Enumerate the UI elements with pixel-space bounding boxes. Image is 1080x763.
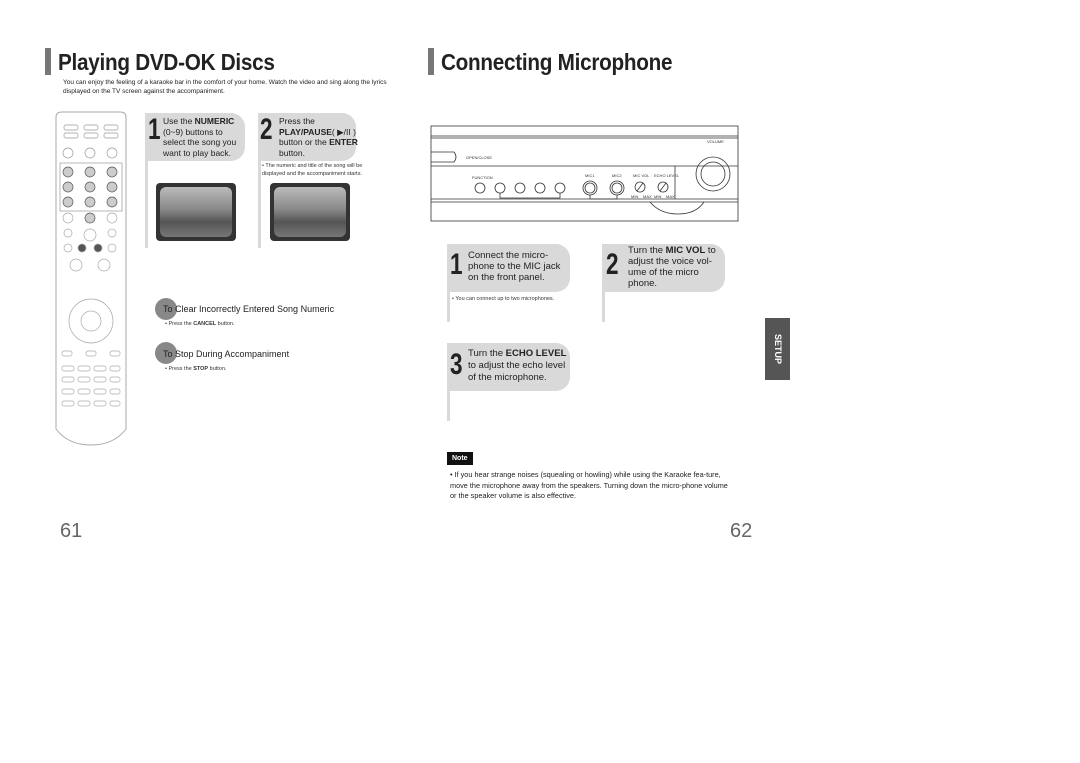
mic-vol-label: MIC VOL (633, 173, 650, 178)
min-label: MIN (631, 194, 638, 199)
mic2-label: MIC2 (612, 173, 622, 178)
step-number: 2 (260, 113, 273, 146)
key-name: STOP (193, 366, 209, 372)
clear-bullet: • Press the CANCEL button. (165, 321, 235, 329)
tv-screen-image (270, 183, 350, 241)
step-3-stripe (447, 390, 450, 421)
key-name: CANCEL (193, 321, 217, 327)
text: (0~9) buttons to select the song you wan… (163, 126, 237, 158)
step-3-text: Turn the ECHO LEVEL to adjust the echo l… (468, 348, 570, 384)
text: • Press the (165, 321, 194, 327)
page-title: Connecting Microphone (441, 49, 673, 75)
stop-heading: To Stop During Accompaniment (163, 349, 290, 359)
step-2-text: Turn the MIC VOL to adjust the voice vol… (628, 245, 723, 289)
key-name: PLAY/PAUSE (279, 126, 332, 137)
step-number: 1 (450, 248, 463, 281)
step-1-stripe (447, 291, 450, 322)
open-close-label: OPEN/CLOSE (466, 155, 492, 160)
text: button. (216, 321, 235, 327)
text: to adjust the echo level of the micropho… (468, 360, 566, 383)
note-text: • If you hear strange noises (squealing … (450, 470, 728, 500)
step-2-stripe (602, 291, 605, 322)
step-2-stripe (258, 160, 261, 248)
step-number: 2 (606, 248, 619, 281)
text: button. (279, 147, 305, 158)
text: Turn the (468, 348, 506, 359)
clear-heading: To Clear Incorrectly Entered Song Numeri… (163, 304, 335, 314)
key-name: MIC VOL (665, 245, 706, 256)
step-2-note: • The numeric and title of the song will… (262, 163, 363, 177)
remote-control-illustration (55, 111, 127, 446)
mic1-label: MIC1 (585, 173, 595, 178)
step-1-stripe (145, 160, 148, 248)
key-name: NUMERIC (194, 116, 235, 126)
step-1-text: Connect the micro-phone to the MIC jack … (468, 250, 561, 283)
min-label: MIN (654, 194, 661, 199)
side-tab-label: SETUP (772, 333, 783, 365)
function-label: FUNCTION (472, 175, 493, 180)
page-title: Playing DVD-OK Discs (58, 49, 275, 75)
page-number: 61 (60, 520, 83, 542)
max-label: MAX (666, 194, 675, 199)
max-label: MAX (643, 194, 652, 199)
setup-side-tab: SETUP (765, 318, 790, 380)
step-2-text: Press the PLAY/PAUSE( ▶/II ) button or t… (279, 116, 359, 158)
text: Use the (163, 116, 195, 126)
step-1-text: Use the NUMERIC (0~9) buttons to select … (163, 116, 245, 158)
heading-bar (45, 48, 51, 75)
step-1-note: • You can connect up to two microphones. (452, 296, 555, 302)
text: Turn the (628, 245, 666, 256)
volume-label: VOLUME (707, 139, 724, 144)
text: • Press the (165, 366, 194, 372)
tv-screen-image (156, 183, 236, 241)
heading-bar (428, 48, 434, 75)
note-label: Note (447, 452, 473, 465)
front-panel-illustration: VOLUME OPEN/CLOSE FUNCTION MIC1 MIC2 MIC… (430, 125, 739, 222)
step-number: 1 (148, 113, 161, 146)
text: Press the (279, 116, 315, 126)
key-name: ECHO LEVEL (505, 348, 567, 359)
page-number: 62 (730, 520, 753, 542)
echo-level-label: ECHO LEVEL (654, 173, 680, 178)
text: button. (208, 366, 227, 372)
stop-bullet: • Press the STOP button. (165, 366, 226, 374)
step-number: 3 (450, 348, 463, 381)
key-name: ENTER (329, 137, 358, 147)
intro-text: You can enjoy the feeling of a karaoke b… (63, 79, 387, 95)
